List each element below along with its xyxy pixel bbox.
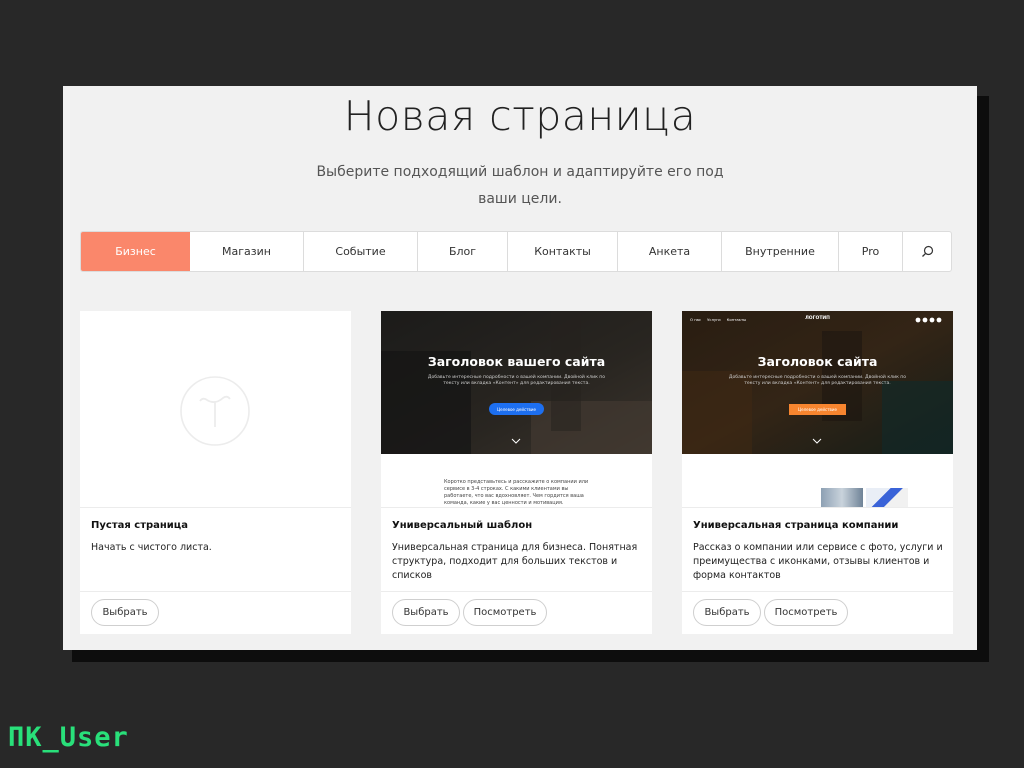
tab-pro[interactable]: Pro (839, 232, 903, 271)
tab-business[interactable]: Бизнес (81, 232, 190, 271)
preview-hero-button: Целевое действие (789, 404, 846, 415)
select-button[interactable]: Выбрать (91, 599, 159, 626)
select-button[interactable]: Выбрать (693, 599, 761, 626)
tilda-logo-icon (180, 376, 250, 446)
preview-photo-2 (866, 488, 908, 507)
template-name: Универсальная страница компании (693, 520, 899, 531)
preview-button[interactable]: Посмотреть (463, 599, 547, 626)
preview-body-text: Коротко представьтесь и расскажите о ком… (444, 479, 589, 506)
divider (682, 591, 953, 592)
divider (381, 507, 652, 508)
template-description: Универсальная страница для бизнеса. Поня… (392, 542, 638, 581)
preview-logo: ЛОГОТИП (805, 316, 830, 321)
search-icon (921, 245, 933, 257)
preview-hero-title: Заголовок сайта (757, 354, 878, 369)
divider (80, 591, 351, 592)
template-preview (80, 311, 351, 507)
new-page-dialog: Новая страница Выберите подходящий шабло… (63, 86, 977, 650)
search-button[interactable] (903, 232, 951, 271)
preview-hero-button: Целевое действие (489, 403, 544, 415)
template-preview: О нас Услуги Контакты ЛОГОТИП Заголовок … (682, 311, 953, 507)
template-name: Универсальный шаблон (392, 520, 533, 531)
preview-photo-1 (821, 488, 863, 507)
select-button[interactable]: Выбрать (392, 599, 460, 626)
template-preview: Заголовок вашего сайта Добавьте интересн… (381, 311, 652, 507)
channel-watermark: ПК_User (8, 722, 129, 753)
template-card-blank[interactable]: Пустая страница Начать с чистого листа. … (80, 311, 351, 634)
template-card-company[interactable]: О нас Услуги Контакты ЛОГОТИП Заголовок … (682, 311, 953, 634)
tab-event[interactable]: Событие (304, 232, 418, 271)
template-name: Пустая страница (91, 520, 188, 531)
preview-hero-subtitle: Добавьте интересные подробности о вашей … (427, 375, 606, 386)
tab-contacts[interactable]: Контакты (508, 232, 618, 271)
category-tabs: Бизнес Магазин Событие Блог Контакты Анк… (80, 231, 952, 272)
preview-hero-subtitle: Добавьте интересные подробности о вашей … (728, 375, 907, 386)
tab-survey[interactable]: Анкета (618, 232, 722, 271)
page-title: Новая страница (343, 92, 697, 140)
preview-hero-title: Заголовок вашего сайта (427, 354, 606, 369)
tab-internal[interactable]: Внутренние (722, 232, 839, 271)
template-card-universal[interactable]: Заголовок вашего сайта Добавьте интересн… (381, 311, 652, 634)
preview-button[interactable]: Посмотреть (764, 599, 848, 626)
divider (80, 507, 351, 508)
tab-blog[interactable]: Блог (418, 232, 508, 271)
tab-shop[interactable]: Магазин (190, 232, 304, 271)
template-description: Начать с чистого листа. (91, 542, 212, 553)
template-description: Рассказ о компании или сервисе с фото, у… (693, 542, 943, 581)
page-subtitle: Выберите подходящий шаблон и адаптируйте… (316, 164, 724, 207)
divider (682, 507, 953, 508)
divider (381, 591, 652, 592)
